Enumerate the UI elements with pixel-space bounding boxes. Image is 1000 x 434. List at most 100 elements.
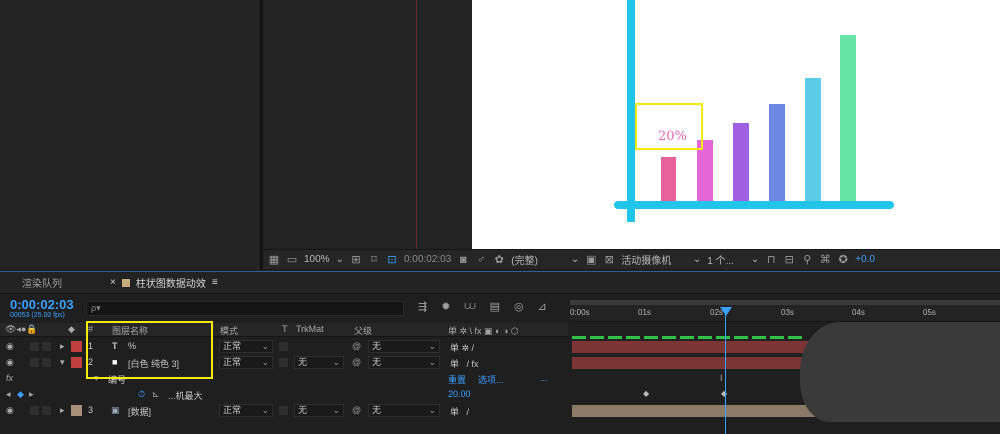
parent-dropdown[interactable]: 无 ⌄ [368, 404, 440, 417]
always-preview-icon[interactable]: ▦ [268, 253, 280, 266]
parent-dropdown[interactable]: 无 ⌄ [368, 340, 440, 353]
layer-name[interactable]: [数据] [128, 405, 151, 418]
visibility-eye-icon[interactable]: ◉ [6, 341, 14, 352]
fast-preview-icon[interactable]: ⚲ [801, 253, 813, 266]
property-value[interactable]: 20.00 [448, 389, 471, 399]
options-link[interactable]: 选项... [478, 373, 504, 386]
views-dropdown[interactable]: 1 个... ⌄ [707, 252, 759, 267]
shy-switch-icon[interactable]: 单 / fx [450, 357, 479, 370]
show-snapshot-icon[interactable]: ♂ [475, 254, 487, 266]
transparency-grid-icon[interactable]: ⊠ [603, 253, 615, 266]
color-channel-icon[interactable]: ✿ [493, 253, 505, 266]
layer-label-color[interactable] [71, 405, 82, 416]
mask-icon[interactable]: ⌑ [368, 253, 380, 266]
playhead-line[interactable] [725, 307, 726, 434]
trkmat-dropdown[interactable]: 无 ⌄ [294, 356, 344, 369]
keyframe-diamond-icon[interactable]: ◆ [643, 389, 649, 398]
title-safe-icon[interactable]: ⊞ [350, 253, 362, 266]
composition-viewer[interactable]: 20% [264, 0, 1000, 249]
layer-row-2[interactable]: ◉ ▾ 2 ■ [白色 纯色 3] 正常 ⌄ 无 ⌄ @ 无 ⌄ 单 / fx [0, 355, 568, 371]
layer-row-1[interactable]: ◉ ▸ 1 T % 正常 ⌄ @ 无 ⌄ 单 ✲ / [0, 339, 568, 355]
graph-editor-icon[interactable]: ⊿ [538, 300, 547, 313]
layer-name[interactable]: [白色 纯色 3] [128, 357, 179, 370]
flowchart-icon[interactable]: ⌘ [819, 253, 831, 266]
mode-dropdown[interactable]: 正常 ⌄ [219, 340, 273, 353]
collapse-triangle-icon[interactable]: ▾ [60, 357, 65, 368]
layer-label-color[interactable] [71, 341, 82, 352]
playhead-handle[interactable] [720, 307, 732, 316]
pickwhip-icon[interactable]: @ [352, 357, 361, 367]
audio-toggle[interactable] [30, 342, 39, 351]
audio-toggle[interactable] [30, 406, 39, 415]
reset-exposure-icon[interactable]: ⊟ [783, 253, 795, 266]
chevron-down-icon: ⌄ [750, 254, 760, 265]
composition-canvas[interactable]: 20% [472, 0, 1000, 249]
col-layer-name[interactable]: 图层名称 [112, 324, 148, 337]
layer-search-input[interactable]: ρ▾ [86, 301, 404, 316]
camera-dropdown[interactable]: 活动摄像机 ⌄ [621, 252, 701, 267]
graph-icon[interactable]: ⊾ [152, 389, 160, 400]
close-icon[interactable]: × [110, 277, 116, 288]
work-area-bar[interactable] [570, 300, 1000, 305]
solo-toggle[interactable] [42, 406, 51, 415]
expand-triangle-icon[interactable]: ▸ [60, 341, 65, 352]
draft-3d-icon[interactable]: ✹ [441, 300, 450, 313]
effect-row[interactable]: fx ▾ 编号 重置 选项... ... [0, 371, 568, 387]
keyframe-diamond-icon[interactable]: ◆ [17, 389, 24, 400]
shy-icon[interactable]: ⩊ [464, 300, 475, 313]
tab-composition[interactable]: × 柱状图数据动效 ≡ [110, 275, 218, 290]
current-timecode[interactable]: 0:00:02:03 [10, 297, 74, 312]
more-link[interactable]: ... [540, 373, 548, 383]
collapse-triangle-icon[interactable]: ▾ [94, 373, 99, 384]
preserve-transparency-toggle[interactable] [279, 358, 288, 367]
bar-1 [661, 157, 676, 201]
exposure-icon[interactable]: ✪ [837, 253, 849, 266]
menu-icon[interactable]: ≡ [212, 277, 218, 288]
stopwatch-icon[interactable]: ⏱ [138, 389, 145, 400]
viewer-timecode[interactable]: 0:00:02:03 [404, 254, 451, 265]
region-of-interest-icon[interactable]: ▣ [585, 253, 597, 266]
layer-row-3[interactable]: ◉ ▸ 3 ▣ [数据] 正常 ⌄ 无 ⌄ @ 无 ⌄ 单 / [0, 403, 568, 419]
reset-link[interactable]: 重置 [448, 373, 466, 386]
layer-label-color[interactable] [71, 357, 82, 368]
trkmat-dropdown[interactable]: 无 ⌄ [294, 404, 344, 417]
motion-blur-icon[interactable]: ◎ [514, 300, 524, 313]
frame-blend-icon[interactable]: ▤ [490, 300, 500, 313]
preserve-transparency-toggle[interactable] [279, 406, 288, 415]
toggle-pixel-icon[interactable]: ⊓ [765, 253, 777, 266]
monitor-icon[interactable]: ▭ [286, 253, 298, 266]
expand-triangle-icon[interactable]: ▸ [60, 405, 65, 416]
keyframe-next-icon[interactable]: ▸ [29, 389, 34, 400]
tab-render-queue[interactable]: 渲染队列 [22, 275, 62, 290]
region-icon[interactable]: ⊡ [386, 253, 398, 266]
keyframe-marker-icon[interactable]: I [720, 373, 723, 383]
chevron-down-icon: ⌄ [335, 254, 344, 265]
chart-percent-label: 20% [658, 129, 687, 144]
shy-switch-icon[interactable]: 单 / [450, 405, 469, 418]
preserve-transparency-toggle[interactable] [279, 342, 288, 351]
layer-number: 3 [88, 405, 94, 415]
camera-snapshot-icon[interactable]: ◙ [457, 254, 469, 266]
solo-toggle[interactable] [42, 358, 51, 367]
layer-name[interactable]: % [128, 341, 136, 351]
mode-dropdown[interactable]: 正常 ⌄ [219, 356, 273, 369]
trkmat-value: 无 [298, 405, 308, 415]
chevron-down-icon: ⌄ [332, 357, 340, 367]
pickwhip-icon[interactable]: @ [352, 405, 361, 415]
audio-toggle[interactable] [30, 358, 39, 367]
visibility-eye-icon[interactable]: ◉ [6, 405, 14, 416]
parent-dropdown[interactable]: 无 ⌄ [368, 356, 440, 369]
effect-name[interactable]: 编号 [108, 373, 126, 386]
solo-toggle[interactable] [42, 342, 51, 351]
resolution-dropdown[interactable]: (完整) ⌄ [511, 252, 579, 267]
time-ruler[interactable]: 0:00s 01s 02s 03s 04s 05s [570, 300, 1000, 322]
keyframe-nav-icon[interactable]: ◂ [6, 389, 11, 400]
mode-dropdown[interactable]: 正常 ⌄ [219, 404, 273, 417]
exposure-value[interactable]: +0.0 [855, 254, 875, 265]
comp-flow-icon[interactable]: ⇶ [418, 300, 427, 313]
visibility-eye-icon[interactable]: ◉ [6, 357, 14, 368]
pickwhip-icon[interactable]: @ [352, 341, 361, 351]
shy-switch-icon[interactable]: 单 ✲ / [450, 341, 474, 354]
zoom-dropdown[interactable]: 100% ⌄ [304, 254, 344, 265]
property-row[interactable]: ◂ ◆ ▸ ⏱ ⊾ ...机最大 20.00 [0, 387, 568, 403]
